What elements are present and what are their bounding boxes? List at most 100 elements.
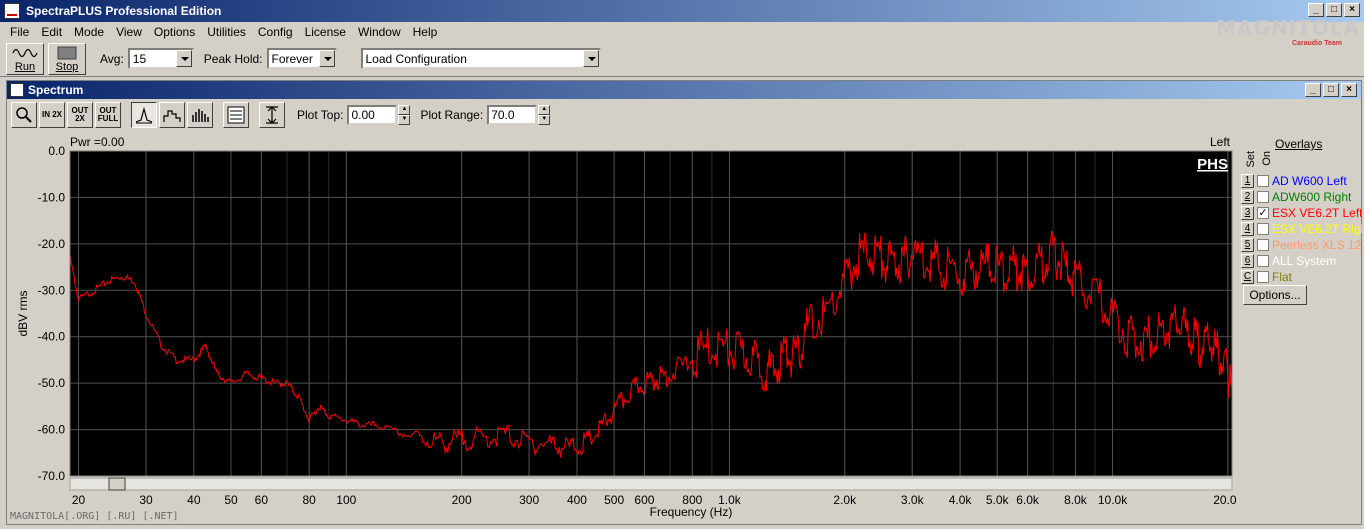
footer-watermark: MAGNITOLA[.ORG] [.RU] [.NET] — [10, 511, 179, 522]
x-tick-label: 3.0k — [901, 493, 925, 507]
menu-utilities[interactable]: Utilities — [201, 25, 252, 39]
y-tick-label: -20.0 — [38, 237, 66, 251]
avg-select[interactable]: 15 — [127, 48, 194, 69]
maximize-icon[interactable]: □ — [1326, 3, 1342, 17]
zoom-out-2x-button[interactable]: OUT 2X — [67, 102, 93, 128]
overlays-panel: Overlays Set On 1 AD W600 Left 2 ADW600 Rig… — [1239, 131, 1363, 526]
overlay-row-C[interactable]: C Flat — [1241, 269, 1362, 284]
y-tick-label: -40.0 — [38, 330, 66, 344]
y-tick-label: -50.0 — [38, 376, 66, 390]
overlay-checkbox[interactable] — [1257, 222, 1269, 235]
chevron-down-icon[interactable] — [318, 50, 335, 67]
overlay-row-6[interactable]: 6 ALL System — [1241, 253, 1362, 268]
plot-range-stepper[interactable]: ▲ ▼ — [538, 105, 551, 125]
overlay-row-4[interactable]: 4 ESX VE6.2T Right — [1241, 221, 1362, 236]
zoom-in-2x-button[interactable]: IN 2X — [39, 102, 65, 128]
overlay-checkbox[interactable]: ✓ — [1257, 206, 1269, 219]
main-toolbar: Run Stop Avg: 15 Peak Hold: Forever Load… — [0, 41, 1364, 77]
close-icon[interactable]: × — [1344, 3, 1360, 17]
x-tick-label: 40 — [187, 493, 201, 507]
overlay-name: Peerless XLS 12 — [1272, 237, 1362, 252]
avg-label: Avg: — [100, 51, 124, 66]
maximize-icon[interactable]: □ — [1323, 83, 1339, 97]
zoom-out-full-button[interactable]: OUT FULL — [95, 102, 121, 128]
menu-config[interactable]: Config — [252, 25, 299, 39]
plot-top-input[interactable]: 0.00 — [347, 105, 398, 125]
step-plot-button[interactable] — [159, 102, 185, 128]
scrollbar-thumb[interactable] — [108, 477, 126, 491]
menu-license[interactable]: License — [299, 25, 352, 39]
stop-label: Stop — [55, 60, 79, 73]
y-tick-label: 0.0 — [48, 144, 65, 158]
close-icon[interactable]: × — [1341, 83, 1357, 97]
overlay-set-button[interactable]: C — [1241, 269, 1254, 284]
overlay-row-3[interactable]: 3 ✓ ESX VE6.2T Left — [1241, 205, 1362, 220]
overlay-row-2[interactable]: 2 ADW600 Right — [1241, 189, 1362, 204]
set-column-label: Set — [1245, 151, 1257, 168]
overlay-row-5[interactable]: 5 Peerless XLS 12 — [1241, 237, 1362, 252]
overlay-set-button[interactable]: 3 — [1241, 205, 1254, 220]
overlay-checkbox[interactable] — [1257, 270, 1269, 283]
x-tick-label: 100 — [336, 493, 356, 507]
overlay-set-button[interactable]: 4 — [1241, 221, 1254, 236]
menu-file[interactable]: File — [4, 25, 35, 39]
overlays-title[interactable]: Overlays — [1275, 137, 1322, 151]
x-tick-label: 300 — [519, 493, 539, 507]
overlay-checkbox[interactable] — [1257, 190, 1269, 203]
spectrum-titlebar: Spectrum _ □ × — [7, 81, 1361, 99]
run-button[interactable]: Run — [6, 42, 44, 75]
app-title: SpectraPLUS Professional Edition — [26, 4, 222, 18]
stop-button[interactable]: Stop — [48, 42, 86, 75]
settings-panel-button[interactable] — [223, 102, 249, 128]
overlay-set-button[interactable]: 5 — [1241, 237, 1254, 252]
bar-plot-button[interactable] — [187, 102, 213, 128]
overlay-row-1[interactable]: 1 AD W600 Left — [1241, 173, 1362, 188]
peak-hold-value: Forever — [271, 51, 313, 66]
y-tick-label: -10.0 — [38, 190, 66, 204]
y-tick-label: -70.0 — [38, 469, 66, 483]
x-tick-label: 200 — [452, 493, 472, 507]
overlay-set-button[interactable]: 6 — [1241, 253, 1254, 268]
minimize-icon[interactable]: _ — [1305, 83, 1321, 97]
menu-mode[interactable]: Mode — [68, 25, 110, 39]
app-titlebar: SpectraPLUS Professional Edition _ □ × — [0, 0, 1364, 22]
peak-hold-select[interactable]: Forever — [266, 48, 337, 69]
line-plot-button[interactable] — [131, 102, 157, 128]
overlay-checkbox[interactable] — [1257, 254, 1269, 267]
stop-icon — [57, 46, 77, 59]
chevron-down-icon[interactable] — [175, 50, 192, 67]
vertical-scale-icon — [266, 106, 278, 124]
horizontal-scrollbar[interactable] — [69, 477, 1233, 491]
plot-top-stepper[interactable]: ▲ ▼ — [398, 105, 411, 125]
x-tick-label: 2.0k — [833, 493, 857, 507]
x-tick-label: 8.0k — [1064, 493, 1088, 507]
options-button[interactable]: Options... — [1243, 285, 1307, 305]
y-tick-label: -30.0 — [38, 283, 66, 297]
x-tick-label: 60 — [255, 493, 269, 507]
plot-range-input[interactable]: 70.0 — [487, 105, 538, 125]
chevron-down-icon[interactable] — [582, 50, 599, 67]
menu-window[interactable]: Window — [352, 25, 407, 39]
overlay-name: Flat — [1272, 269, 1293, 284]
run-label: Run — [14, 60, 36, 73]
spectrum-title: Spectrum — [28, 83, 84, 97]
zoom-button[interactable] — [11, 102, 37, 128]
spectrum-window: Spectrum _ □ × IN 2X OUT 2X OUT FULL Plo… — [6, 80, 1362, 525]
y-tick-label: -60.0 — [38, 423, 66, 437]
panel-icon — [227, 106, 245, 124]
spectrum-chart[interactable]: 0.0 -10.0 -20.0 -30.0 -40.0 -50.0 -60.0 -70.0 20… — [7, 131, 1244, 526]
minimize-icon[interactable]: _ — [1308, 3, 1324, 17]
x-tick-label: 50 — [224, 493, 238, 507]
overlay-checkbox[interactable] — [1257, 174, 1269, 187]
menu-view[interactable]: View — [110, 25, 148, 39]
overlay-checkbox[interactable] — [1257, 238, 1269, 251]
waveform-icon — [12, 48, 38, 57]
config-select[interactable]: Load Configuration — [360, 48, 601, 69]
menu-help[interactable]: Help — [407, 25, 444, 39]
menu-options[interactable]: Options — [148, 25, 201, 39]
plot-background[interactable] — [70, 151, 1232, 476]
vertical-scale-button[interactable] — [259, 102, 285, 128]
overlay-set-button[interactable]: 2 — [1241, 189, 1254, 204]
menu-edit[interactable]: Edit — [35, 25, 68, 39]
overlay-set-button[interactable]: 1 — [1241, 173, 1254, 188]
